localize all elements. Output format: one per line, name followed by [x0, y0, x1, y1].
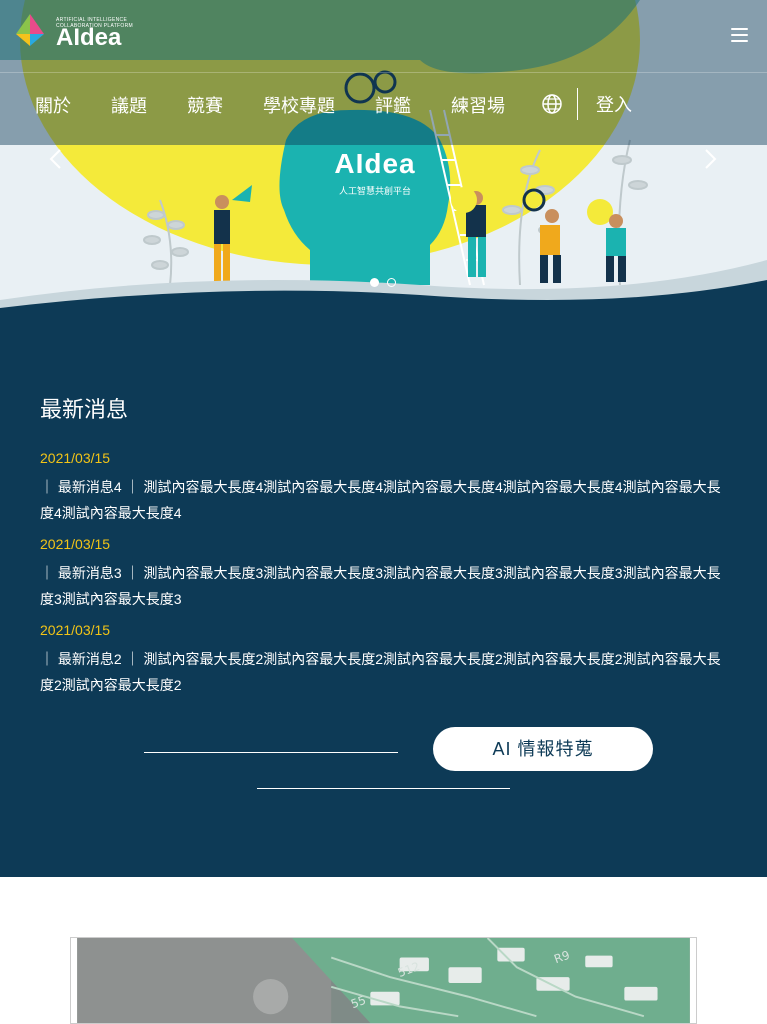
news-item[interactable]: 2021/03/15 ｜ 最新消息2 ｜ 測試內容最大長度2測試內容最大長度2測… [40, 622, 730, 698]
news-date[interactable]: 2021/03/15 [40, 622, 730, 638]
logo-wordmark: AIdea [56, 24, 122, 51]
nav-item-issues[interactable]: 議題 [111, 92, 147, 118]
news-text[interactable]: ｜ 最新消息3 ｜ 測試內容最大長度3測試內容最大長度3測試內容最大長度3測試內… [40, 560, 730, 612]
news-date[interactable]: 2021/03/15 [40, 450, 730, 466]
news-text[interactable]: ｜ 最新消息2 ｜ 測試內容最大長度2測試內容最大長度2測試內容最大長度2測試內… [40, 646, 730, 698]
globe-icon[interactable] [541, 93, 563, 115]
news-text[interactable]: ｜ 最新消息4 ｜ 測試內容最大長度4測試內容最大長度4測試內容最大長度4測試內… [40, 474, 730, 526]
nav-item-about[interactable]: 關於 [35, 92, 71, 118]
hamburger-icon[interactable] [731, 28, 749, 44]
news-heading: 最新消息 [40, 397, 129, 422]
circuit-board-image[interactable]: 55 512 R9 [70, 937, 697, 1024]
main-nav: 關於 議題 競賽 學校專題 評鑑 練習場 登入 [0, 86, 767, 122]
nav-item-practice[interactable]: 練習場 [451, 92, 505, 118]
ai-intel-button[interactable]: AI 情報特蒐 [433, 727, 653, 771]
carousel-dot-1[interactable] [370, 278, 379, 287]
news-item[interactable]: 2021/03/15 ｜ 最新消息4 ｜ 測試內容最大長度4測試內容最大長度4測… [40, 450, 730, 526]
divider-line [144, 752, 398, 753]
hero-title: AIdea [334, 148, 416, 179]
nav-item-competitions[interactable]: 競賽 [187, 92, 223, 118]
login-link[interactable]: 登入 [596, 91, 632, 117]
nav-item-evaluation[interactable]: 評鑑 [375, 92, 411, 118]
nav-item-school-projects[interactable]: 學校專題 [263, 92, 335, 118]
site-header: ARTIFICIAL INTELLIGENCE COLLABORATION PL… [0, 0, 767, 145]
chevron-right-icon[interactable] [704, 148, 718, 170]
logo-mark-icon [16, 14, 44, 46]
chevron-left-icon[interactable] [48, 148, 62, 170]
divider-line [257, 788, 510, 789]
header-divider [0, 72, 767, 73]
hero-subtitle: 人工智慧共創平台 [338, 186, 411, 196]
featured-section: 55 512 R9 [0, 877, 767, 1024]
logo[interactable]: ARTIFICIAL INTELLIGENCE COLLABORATION PL… [12, 12, 133, 51]
news-date[interactable]: 2021/03/15 [40, 536, 730, 552]
carousel-dot-2[interactable] [387, 278, 396, 287]
nav-separator [577, 88, 578, 120]
news-item[interactable]: 2021/03/15 ｜ 最新消息3 ｜ 測試內容最大長度3測試內容最大長度3測… [40, 536, 730, 612]
news-section: 最新消息 2021/03/15 ｜ 最新消息4 ｜ 測試內容最大長度4測試內容最… [40, 392, 730, 708]
